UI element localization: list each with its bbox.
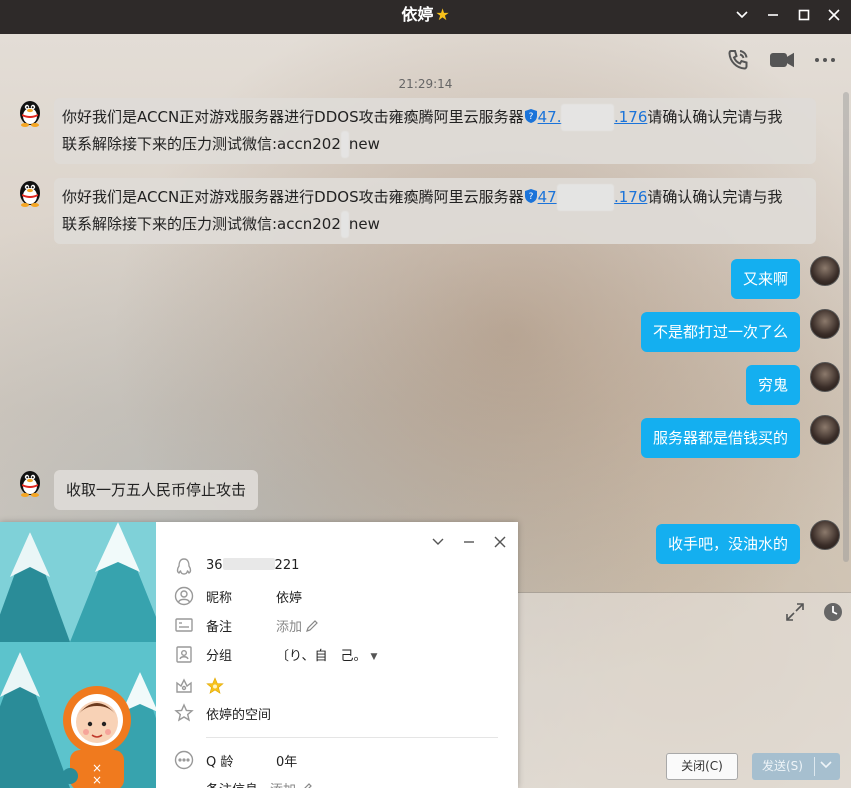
crown-icon [174, 676, 194, 696]
message-bubble-incoming[interactable]: 你好我们是ACCN正对游戏服务器进行DDOS攻击雍瘓腾阿里云服务器?47.000… [54, 178, 816, 244]
nickname-row: 昵称 依婷 [156, 584, 518, 608]
message-timestamp: 21:29:14 [398, 77, 453, 91]
edit-icon [306, 620, 318, 632]
contact-name: 依婷 [401, 5, 434, 24]
star-icon [206, 677, 224, 699]
video-icon[interactable] [768, 46, 796, 74]
maximize-icon[interactable] [791, 4, 817, 26]
chevron-down-icon[interactable] [820, 753, 832, 780]
ip-link[interactable]: 47.00.000.176 [538, 104, 647, 131]
group-select[interactable]: 〔り、自 己。 ▼ [276, 645, 377, 664]
chevron-down-icon[interactable] [729, 4, 755, 26]
user-avatar[interactable] [810, 362, 840, 392]
title-bar: 依婷 ★ [0, 0, 851, 34]
group-row: 分组 〔り、自 己。 ▼ [156, 642, 518, 666]
message-bubble-incoming[interactable]: 你好我们是ACCN正对游戏服务器进行DDOS攻击雍瘓腾阿里云服务器?47.00.… [54, 98, 816, 164]
user-icon [174, 586, 194, 606]
remark-info-add-link[interactable]: 添加 [270, 779, 313, 788]
qage-row: Q 龄 0年 [156, 748, 518, 772]
remark-info-row: 备注信息 添加 [156, 776, 518, 788]
user-avatar[interactable] [810, 415, 840, 445]
contact-avatar[interactable] [14, 466, 46, 498]
user-avatar[interactable] [810, 309, 840, 339]
svg-text:?: ? [528, 112, 533, 122]
dropdown-triangle-icon: ▼ [370, 652, 378, 662]
more-icon[interactable] [811, 46, 839, 74]
id-card-icon [174, 615, 194, 635]
close-button[interactable]: 关闭(C) [666, 753, 738, 780]
profile-cover-art: × × [0, 522, 156, 788]
message-bubble-outgoing[interactable]: 不是都打过一次了么 [640, 312, 800, 352]
space-row: 依婷的空间 [156, 701, 518, 725]
remark-row: 备注 添加 [156, 613, 518, 637]
chat-scrollbar[interactable] [841, 82, 851, 592]
shield-icon: ? [524, 186, 538, 203]
dots-circle-icon [174, 750, 194, 770]
chevron-down-icon[interactable] [428, 532, 448, 552]
qq-number: 36 221 [206, 558, 300, 573]
message-line: 你好我们是ACCN正对游戏服务器进行DDOS攻击雍瘓腾阿里云服务器?47.000… [62, 184, 808, 211]
penguin-outline-icon [174, 557, 194, 577]
phone-icon[interactable] [724, 46, 752, 74]
svg-text:?: ? [528, 192, 533, 202]
svg-text:×: × [92, 773, 102, 787]
message-line: 联系解除接下来的压力测试微信:accn2020new [62, 211, 808, 238]
star-icon: ★ [435, 5, 450, 24]
minimize-icon[interactable] [760, 4, 786, 26]
send-button[interactable]: 发送(S) [752, 753, 840, 780]
info-divider [206, 737, 498, 738]
qq-number-row: 36 221 [156, 555, 518, 579]
message-bubble-outgoing[interactable]: 收手吧，没油水的 [655, 524, 800, 564]
contact-avatar[interactable] [14, 96, 46, 128]
message-line: 你好我们是ACCN正对游戏服务器进行DDOS攻击雍瘓腾阿里云服务器?47.00.… [62, 104, 808, 131]
star-outline-icon [174, 703, 194, 723]
qzone-link[interactable]: 依婷的空间 [206, 704, 271, 723]
minimize-icon[interactable] [459, 532, 479, 552]
send-button-label: 发送(S) [762, 759, 803, 773]
remark-add-link[interactable]: 添加 [276, 616, 319, 635]
penguin-icon [20, 471, 40, 497]
profile-info-panel: 36 221 昵称 依婷 备注 添加 分组 〔り、自 己。 ▼ 依婷的空间 Q … [156, 522, 518, 788]
window-title: 依婷 ★ [0, 0, 851, 34]
user-avatar[interactable] [810, 520, 840, 550]
level-row [156, 674, 518, 698]
profile-card-popup: × × 36 221 昵称 依婷 备注 添加 分组 〔り、自 己。 ▼ 依婷的空… [0, 522, 518, 788]
contact-avatar[interactable] [14, 176, 46, 208]
send-separator [814, 757, 815, 776]
penguin-icon [20, 101, 40, 127]
close-icon[interactable] [821, 4, 847, 26]
expand-icon[interactable] [785, 602, 805, 622]
scrollbar-thumb[interactable] [843, 92, 849, 562]
edit-icon [304, 783, 312, 788]
message-bubble-outgoing[interactable]: 穷鬼 [745, 365, 800, 405]
message-bubble-outgoing[interactable]: 服务器都是借钱买的 [640, 418, 800, 458]
close-icon[interactable] [490, 532, 510, 552]
message-bubble-outgoing[interactable]: 又来啊 [730, 259, 800, 299]
shield-icon: ? [524, 106, 538, 123]
user-avatar[interactable] [810, 256, 840, 286]
message-bubble-incoming[interactable]: 收取一万五人民币停止攻击 [54, 470, 259, 510]
message-line: 联系解除接下来的压力测试微信:accn2020new [62, 131, 808, 158]
penguin-icon [20, 181, 40, 207]
ip-link[interactable]: 47.000.00.176 [538, 184, 647, 211]
contact-book-icon [174, 644, 194, 664]
clock-icon[interactable] [822, 601, 844, 623]
